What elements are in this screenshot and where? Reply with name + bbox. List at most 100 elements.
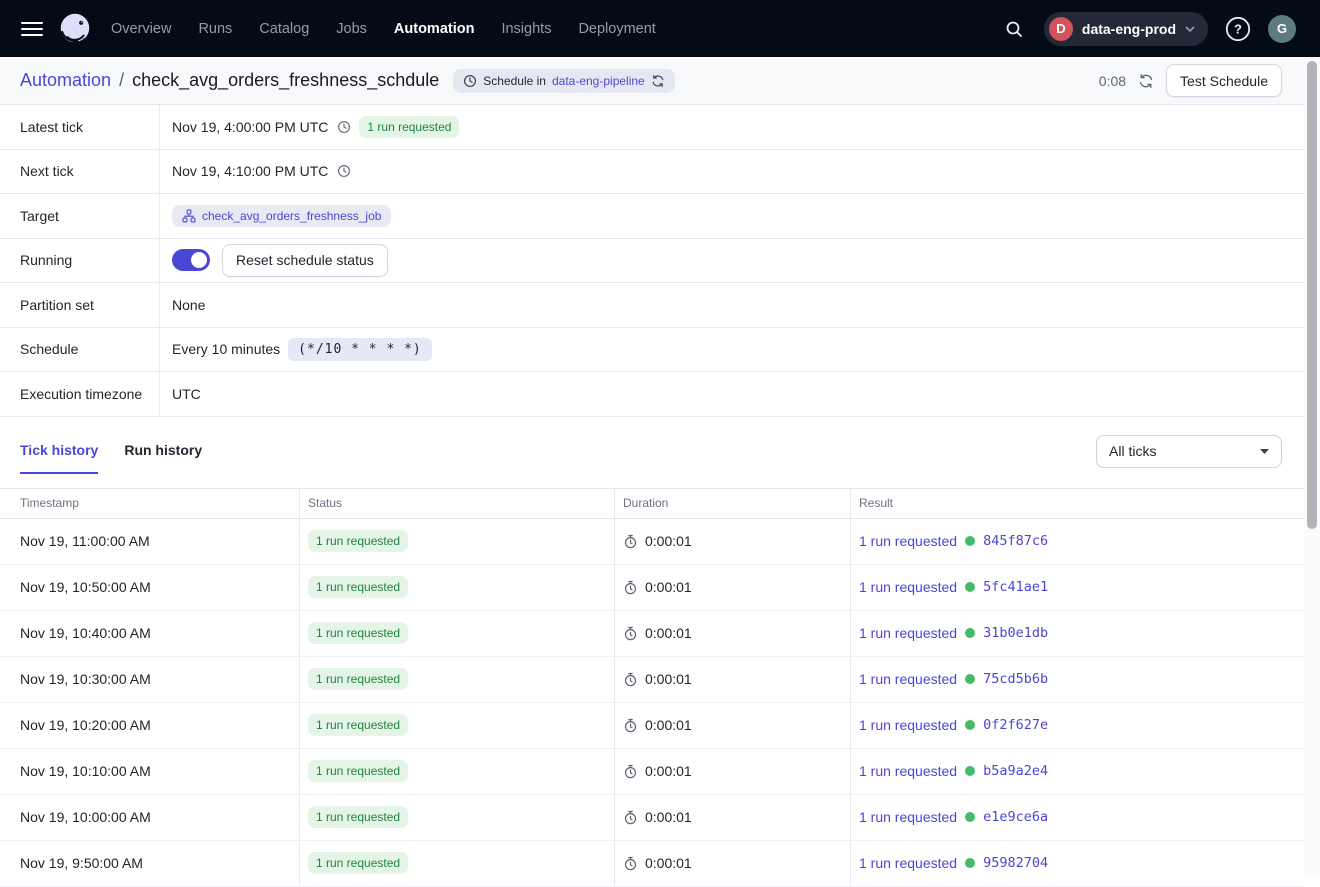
tick-filter-select[interactable]: All ticks (1096, 435, 1282, 468)
tick-duration: 0:00:01 (645, 671, 692, 687)
tick-timestamp: Nov 19, 10:00:00 AM (0, 795, 299, 840)
tab-tick-history[interactable]: Tick history (20, 442, 98, 474)
tick-duration: 0:00:01 (645, 579, 692, 595)
chevron-down-icon (1185, 26, 1195, 32)
tick-result-link[interactable]: 1 run requested (859, 809, 957, 825)
topnav-item-catalog[interactable]: Catalog (259, 21, 309, 37)
tick-timestamp: Nov 19, 11:00:00 AM (0, 519, 299, 564)
stopwatch-icon (623, 534, 638, 549)
svg-text:?: ? (1234, 21, 1242, 36)
latest-tick-status-badge: 1 run requested (359, 116, 459, 138)
target-job-link[interactable]: check_avg_orders_freshness_job (202, 209, 381, 223)
refresh-icon[interactable] (1138, 73, 1154, 89)
next-tick-timestamp: Nov 19, 4:10:00 PM UTC (172, 163, 328, 179)
running-row: Running Reset schedule status (0, 239, 1304, 284)
topnav-item-jobs[interactable]: Jobs (336, 21, 367, 37)
top-nav: Overview Runs Catalog Jobs Automation Insight… (0, 0, 1320, 57)
partition-set-value: None (172, 297, 205, 313)
tick-result-link[interactable]: 1 run requested (859, 671, 957, 687)
run-id-link[interactable]: 75cd5b6b (983, 671, 1048, 687)
tick-status-badge: 1 run requested (308, 806, 408, 828)
run-status-dot (965, 536, 975, 546)
schedule-row: Schedule Every 10 minutes (*/10 * * * *) (0, 328, 1304, 373)
job-graph-icon (182, 209, 196, 223)
topnav-item-deployment[interactable]: Deployment (578, 21, 655, 37)
tick-table-row: Nov 19, 10:30:00 AM 1 run requested 0:00… (0, 657, 1304, 703)
target-job-pill[interactable]: check_avg_orders_freshness_job (172, 205, 391, 227)
timezone-label: Execution timezone (0, 372, 160, 416)
tick-result-link[interactable]: 1 run requested (859, 855, 957, 871)
cron-expression: (*/10 * * * *) (288, 338, 432, 361)
run-id-link[interactable]: 5fc41ae1 (983, 579, 1048, 595)
partition-set-label: Partition set (0, 283, 160, 327)
tick-result-link[interactable]: 1 run requested (859, 533, 957, 549)
tick-timestamp: Nov 19, 10:20:00 AM (0, 703, 299, 748)
page-title: check_avg_orders_freshness_schdule (132, 70, 439, 91)
help-icon[interactable]: ? (1222, 13, 1254, 45)
tick-duration: 0:00:01 (645, 625, 692, 641)
column-header-result: Result (850, 489, 1304, 518)
target-label: Target (0, 194, 160, 238)
caret-down-icon (1260, 449, 1269, 454)
tab-run-history[interactable]: Run history (124, 442, 202, 474)
hamburger-menu-icon[interactable] (16, 13, 48, 45)
tick-result-link[interactable]: 1 run requested (859, 763, 957, 779)
tick-filter-value: All ticks (1109, 443, 1156, 459)
scrollbar-thumb[interactable] (1307, 61, 1317, 529)
history-tabs: Tick history Run history (20, 435, 202, 474)
pipeline-link[interactable]: data-eng-pipeline (552, 74, 645, 88)
schedule-description: Every 10 minutes (172, 341, 280, 357)
clock-icon (337, 164, 351, 178)
breadcrumb-automation-link[interactable]: Automation (20, 70, 111, 91)
run-id-link[interactable]: 95982704 (983, 855, 1048, 871)
column-header-status: Status (299, 489, 614, 518)
stopwatch-icon (623, 764, 638, 779)
stopwatch-icon (623, 856, 638, 871)
workspace-name: data-eng-prod (1082, 21, 1176, 37)
run-id-link[interactable]: 845f87c6 (983, 533, 1048, 549)
topnav-item-automation[interactable]: Automation (394, 21, 475, 37)
refresh-countdown: 0:08 (1099, 73, 1126, 89)
dagster-logo-icon[interactable] (56, 10, 94, 48)
target-row: Target check_avg_orders_freshness_job (0, 194, 1304, 239)
tick-table-row: Nov 19, 10:50:00 AM 1 run requested 0:00… (0, 565, 1304, 611)
run-status-dot (965, 628, 975, 638)
column-header-timestamp: Timestamp (0, 489, 299, 518)
user-avatar[interactable]: G (1268, 15, 1296, 43)
run-id-link[interactable]: 0f2f627e (983, 717, 1048, 733)
tick-duration: 0:00:01 (645, 809, 692, 825)
run-id-link[interactable]: b5a9a2e4 (983, 763, 1048, 779)
tick-duration: 0:00:01 (645, 855, 692, 871)
tick-duration: 0:00:01 (645, 717, 692, 733)
tick-table-row: Nov 19, 10:00:00 AM 1 run requested 0:00… (0, 795, 1304, 841)
tick-result-link[interactable]: 1 run requested (859, 579, 957, 595)
topnav-right: D data-eng-prod ? G (998, 12, 1296, 46)
tick-duration: 0:00:01 (645, 533, 692, 549)
scrollbar-track[interactable] (1304, 57, 1320, 876)
schedule-properties: Latest tick Nov 19, 4:00:00 PM UTC 1 run… (0, 105, 1304, 417)
test-schedule-button[interactable]: Test Schedule (1166, 64, 1282, 97)
tick-table-body: Nov 19, 11:00:00 AM 1 run requested 0:00… (0, 519, 1304, 887)
timezone-row: Execution timezone UTC (0, 372, 1304, 417)
breadcrumb-separator: / (119, 70, 124, 91)
run-id-link[interactable]: 31b0e1db (983, 625, 1048, 641)
tick-status-badge: 1 run requested (308, 576, 408, 598)
next-tick-label: Next tick (0, 150, 160, 194)
tick-result-link[interactable]: 1 run requested (859, 717, 957, 733)
topnav-item-runs[interactable]: Runs (198, 21, 232, 37)
tick-status-badge: 1 run requested (308, 760, 408, 782)
run-id-link[interactable]: e1e9ce6a (983, 809, 1048, 825)
schedule-label: Schedule (0, 328, 160, 372)
running-toggle[interactable] (172, 249, 210, 271)
tick-result-link[interactable]: 1 run requested (859, 625, 957, 641)
primary-nav: Overview Runs Catalog Jobs Automation Insight… (111, 21, 656, 37)
workspace-switcher[interactable]: D data-eng-prod (1044, 12, 1208, 46)
page-content: Automation / check_avg_orders_freshness_… (0, 57, 1304, 887)
sync-icon[interactable] (651, 74, 665, 88)
tick-table-row: Nov 19, 10:10:00 AM 1 run requested 0:00… (0, 749, 1304, 795)
topnav-item-overview[interactable]: Overview (111, 21, 171, 37)
search-icon[interactable] (998, 13, 1030, 45)
topnav-item-insights[interactable]: Insights (501, 21, 551, 37)
tick-timestamp: Nov 19, 9:50:00 AM (0, 841, 299, 886)
reset-schedule-status-button[interactable]: Reset schedule status (222, 244, 388, 277)
